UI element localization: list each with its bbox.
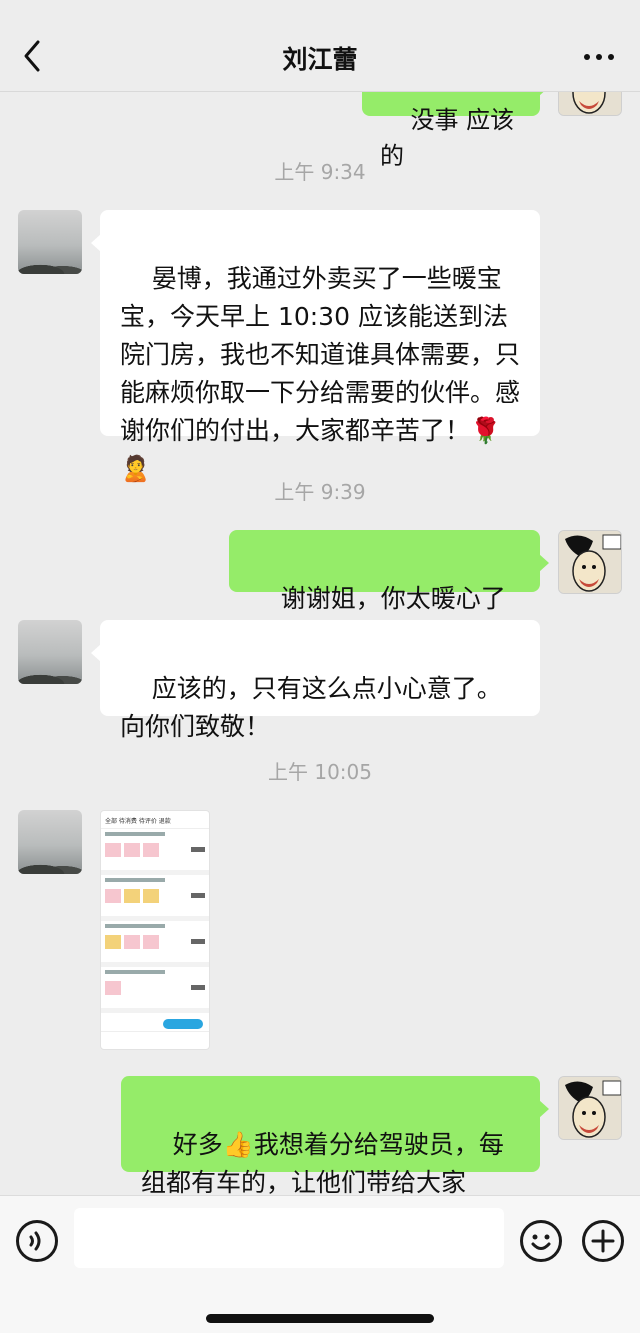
screenshot-order-row bbox=[101, 967, 209, 1013]
avatar-other[interactable] bbox=[18, 620, 82, 684]
message-input[interactable] bbox=[74, 1208, 504, 1268]
timestamp: 上午 9:39 bbox=[274, 480, 366, 504]
chat-header: 刘江蕾 bbox=[0, 0, 640, 92]
message-text: 应该的，只有这么点小心意了。向你们致敬！ bbox=[120, 674, 502, 741]
message-bubble-self[interactable]: 好多👍我想着分给驾驶员，每组都有车的，让他们带给大家 bbox=[121, 1076, 549, 1195]
message-bubble-other[interactable]: 晏博，我通过外卖买了一些暖宝宝，今天早上 10:30 应该能送到法院门房，我也不… bbox=[91, 210, 540, 483]
chat-area[interactable]: 没事 应该的 上午 9:34 晏博，我通过外卖买了一些暖宝宝，今天早上 10:3… bbox=[0, 92, 640, 1195]
screenshot-tabs: 全部 待消费 待评价 退款 bbox=[101, 811, 209, 829]
avatar-self[interactable] bbox=[558, 530, 622, 594]
message-bubble-self-partial[interactable]: 没事 应该的 bbox=[362, 92, 549, 170]
avatar-self[interactable] bbox=[558, 1076, 622, 1140]
avatar-self[interactable] bbox=[558, 92, 622, 116]
message-text: 好多👍我想着分给驾驶员，每组都有车的，让他们带给大家 bbox=[141, 1130, 504, 1195]
smiley-icon[interactable] bbox=[520, 1220, 562, 1262]
home-indicator bbox=[206, 1314, 434, 1323]
avatar-other[interactable] bbox=[18, 210, 82, 274]
avatar-other[interactable] bbox=[18, 810, 82, 874]
input-bar bbox=[0, 1195, 640, 1333]
message-bubble-self[interactable]: 谢谢姐，你太暖心了❤️ bbox=[229, 530, 549, 651]
screenshot-order-row bbox=[101, 875, 209, 921]
screenshot-order-row bbox=[101, 829, 209, 875]
screenshot-pill-button bbox=[163, 1019, 203, 1029]
plus-icon[interactable] bbox=[582, 1220, 624, 1262]
screenshot-bottom-nav bbox=[101, 1031, 209, 1049]
ellipsis-icon[interactable] bbox=[584, 54, 614, 62]
shared-screenshot-image[interactable]: 全部 待消费 待评价 退款 bbox=[100, 810, 210, 1050]
screenshot-order-row bbox=[101, 921, 209, 967]
chat-title: 刘江蕾 bbox=[282, 45, 358, 74]
timestamp: 上午 9:34 bbox=[274, 160, 366, 184]
timestamp: 上午 10:05 bbox=[268, 760, 372, 784]
message-text: 晏博，我通过外卖买了一些暖宝宝，今天早上 10:30 应该能送到法院门房，我也不… bbox=[120, 264, 521, 483]
message-bubble-other[interactable]: 应该的，只有这么点小心意了。向你们致敬！ bbox=[91, 620, 540, 741]
voice-icon[interactable] bbox=[16, 1220, 58, 1262]
